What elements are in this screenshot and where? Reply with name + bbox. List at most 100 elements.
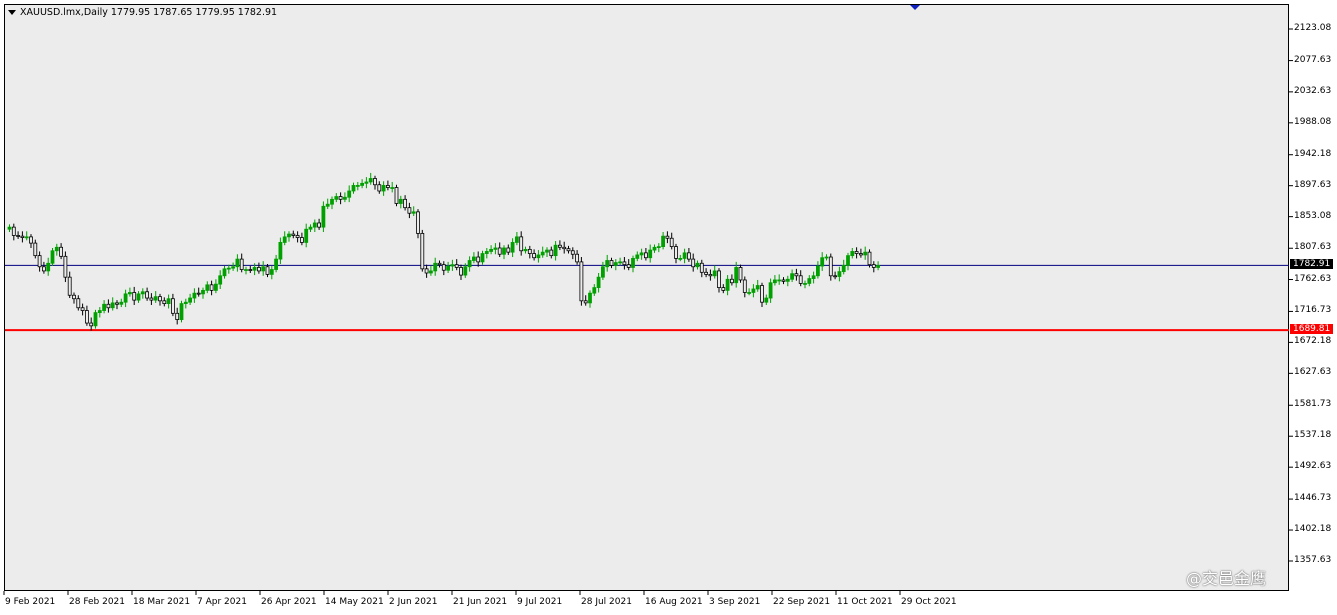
candle xyxy=(420,229,425,272)
candle xyxy=(11,223,16,241)
candle xyxy=(16,231,21,239)
candle xyxy=(558,240,562,251)
candle xyxy=(609,257,614,269)
candle xyxy=(876,261,880,271)
time-tick-label: 7 Apr 2021 xyxy=(197,597,247,607)
chart-title: XAUUSD.lmx,Daily 1779.95 1787.65 1779.95… xyxy=(8,7,277,18)
candle xyxy=(347,185,352,203)
candle xyxy=(540,246,545,258)
candle xyxy=(592,284,597,296)
candle xyxy=(751,284,756,298)
candle xyxy=(76,295,81,311)
candle xyxy=(63,251,68,283)
candle xyxy=(93,309,98,329)
candle xyxy=(704,268,708,278)
candle xyxy=(760,282,764,308)
candle xyxy=(652,244,657,253)
price-tick-label: 1492.63 xyxy=(1294,461,1332,472)
candle xyxy=(136,291,141,303)
candle xyxy=(312,219,317,233)
candle xyxy=(385,180,390,191)
candlestick-chart[interactable] xyxy=(0,0,1337,615)
candle xyxy=(132,286,137,305)
time-tick-label: 11 Oct 2021 xyxy=(837,597,893,607)
collapse-triangle-icon[interactable] xyxy=(8,10,16,15)
candle xyxy=(450,259,455,271)
time-tick-label: 18 Mar 2021 xyxy=(133,597,191,607)
candle xyxy=(89,317,94,331)
candle xyxy=(106,299,111,313)
candle xyxy=(648,244,653,263)
candle xyxy=(867,249,872,268)
candle xyxy=(330,196,334,210)
candle xyxy=(368,172,373,185)
candle xyxy=(218,270,223,289)
candle xyxy=(153,291,158,303)
candle xyxy=(20,231,25,243)
current-price-tag: 1782.91 xyxy=(1290,259,1334,270)
time-tick-label: 9 Jul 2021 xyxy=(517,597,563,607)
candle xyxy=(807,275,812,287)
candle xyxy=(583,295,588,306)
chart-window[interactable]: XAUUSD.lmx,Daily 1779.95 1787.65 1779.95… xyxy=(0,0,1337,615)
time-tick-label: 22 Sep 2021 xyxy=(773,597,831,607)
candle xyxy=(476,251,481,267)
time-tick-label: 3 Sep 2021 xyxy=(709,597,761,607)
candle xyxy=(102,300,106,314)
candle xyxy=(192,288,197,303)
candle xyxy=(777,274,782,285)
candle xyxy=(820,252,825,271)
candle xyxy=(67,271,72,299)
candle xyxy=(510,238,515,258)
candle xyxy=(695,260,700,270)
candle xyxy=(863,246,868,260)
candle xyxy=(601,261,605,280)
candle xyxy=(398,195,403,209)
time-tick-label: 29 Oct 2021 xyxy=(901,597,957,607)
time-tick-label: 28 Feb 2021 xyxy=(69,597,126,607)
candle xyxy=(837,266,842,282)
candle xyxy=(407,202,412,219)
candle xyxy=(308,224,313,233)
candle xyxy=(377,181,382,194)
candle xyxy=(579,257,584,306)
candle xyxy=(428,266,433,276)
candle xyxy=(480,250,485,265)
candle xyxy=(811,271,816,284)
candle xyxy=(747,288,751,296)
candle xyxy=(854,247,859,259)
candle xyxy=(175,307,180,325)
candle xyxy=(317,218,322,230)
time-tick-label: 16 Aug 2021 xyxy=(645,597,703,607)
price-tick-label: 1357.63 xyxy=(1294,555,1332,565)
candle xyxy=(351,182,356,194)
price-tick-label: 1807.63 xyxy=(1294,242,1332,253)
shift-marker-icon[interactable] xyxy=(910,5,920,10)
candle xyxy=(459,264,463,280)
candle xyxy=(605,254,610,272)
time-tick-label: 28 Jul 2021 xyxy=(581,597,632,607)
candle xyxy=(768,278,773,303)
price-tick-label: 2123.08 xyxy=(1294,23,1332,33)
price-tick-label: 1897.63 xyxy=(1294,179,1332,190)
candle xyxy=(274,254,279,273)
candle xyxy=(794,268,799,281)
candle xyxy=(717,268,721,293)
candle xyxy=(816,261,820,279)
candle xyxy=(149,293,154,305)
candle xyxy=(110,297,115,311)
candle xyxy=(626,259,631,271)
candle xyxy=(196,287,201,297)
candle xyxy=(256,262,261,274)
candle xyxy=(213,279,218,294)
candle xyxy=(484,247,489,259)
candle xyxy=(437,260,442,268)
time-tick-label: 2 Jun 2021 xyxy=(389,597,438,607)
price-tick-label: 2077.63 xyxy=(1294,54,1332,65)
candle xyxy=(145,287,150,301)
candle xyxy=(24,231,29,241)
candle xyxy=(446,261,451,274)
candle xyxy=(433,257,438,276)
time-tick-label: 9 Feb 2021 xyxy=(5,597,56,607)
price-tick-label: 1672.18 xyxy=(1294,336,1332,347)
